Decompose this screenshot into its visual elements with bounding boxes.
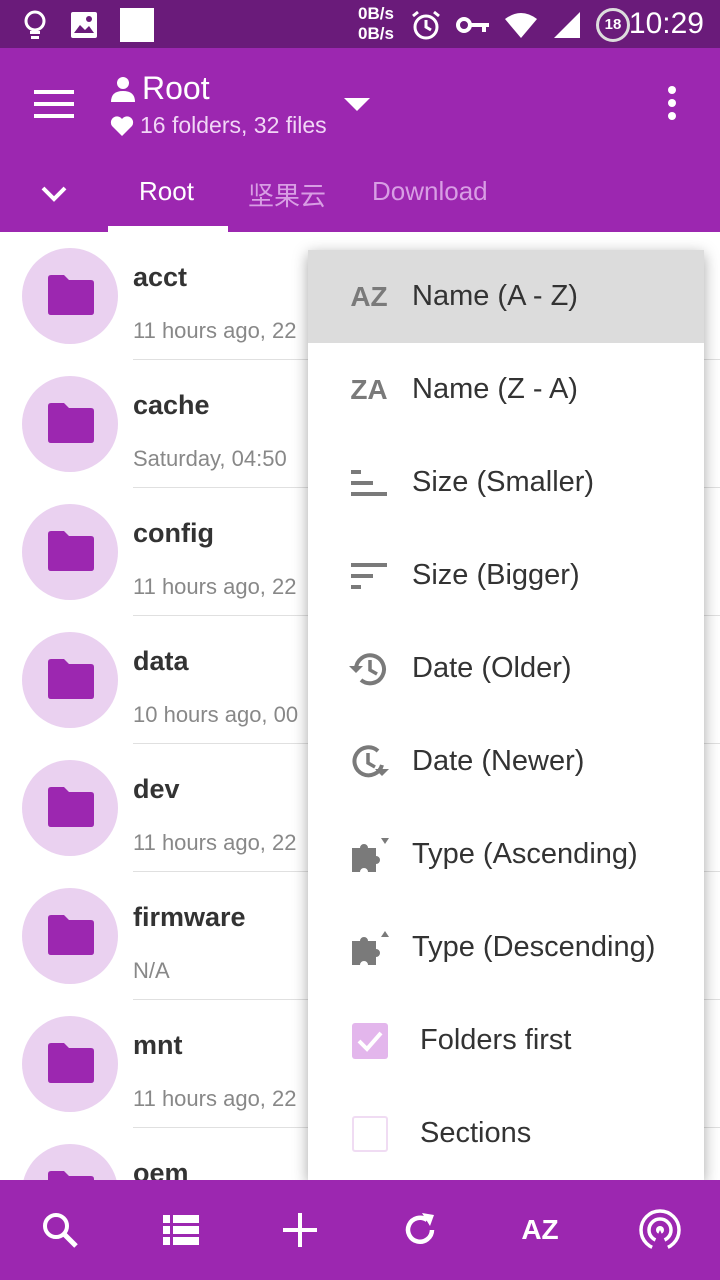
folder-avatar <box>22 888 118 984</box>
folder-avatar <box>22 760 118 856</box>
file-name: firmware <box>133 902 246 932</box>
folder-avatar <box>22 632 118 728</box>
clock: 10:29 <box>628 7 704 40</box>
status-bar: 0B/s 0B/s 18 10:29 <box>0 0 720 48</box>
sort-name-za[interactable]: ZA Name (Z - A) <box>308 343 704 436</box>
tab-download[interactable]: Download <box>372 176 488 207</box>
wifi-icon <box>505 13 537 38</box>
cast-button[interactable] <box>638 1209 682 1252</box>
signal-icon <box>554 12 580 38</box>
folder-icon <box>48 1171 94 1180</box>
menu-icon[interactable] <box>34 90 74 120</box>
view-mode-button[interactable] <box>161 1210 201 1250</box>
folder-icon <box>48 1043 94 1083</box>
sort-button[interactable]: AZ <box>512 1210 568 1250</box>
folder-icon <box>48 787 94 827</box>
app-bar: Root 16 folders, 32 files Root 坚果云 Downl… <box>0 48 720 232</box>
refresh-icon <box>405 1213 435 1244</box>
file-meta: Saturday, 04:50 <box>133 446 287 471</box>
folder-icon <box>48 403 94 443</box>
search-button[interactable] <box>40 1210 80 1250</box>
add-button[interactable] <box>280 1210 320 1250</box>
file-name: data <box>133 646 189 676</box>
image-icon <box>71 12 97 38</box>
checkmark-icon <box>357 1031 383 1052</box>
folder-avatar <box>22 248 118 344</box>
history-icon <box>348 648 390 690</box>
heart-icon <box>110 115 134 136</box>
location-dropdown-icon[interactable] <box>344 98 370 111</box>
file-meta: 11 hours ago, 22 <box>133 1086 297 1111</box>
folder-avatar <box>22 1016 118 1112</box>
sort-date-newer[interactable]: Date (Newer) <box>308 715 704 808</box>
notification-square-icon <box>120 8 154 42</box>
chevron-down-icon[interactable] <box>40 184 68 204</box>
folder-icon <box>48 915 94 955</box>
folder-avatar <box>22 504 118 600</box>
location-subtitle: 16 folders, 32 files <box>110 112 327 139</box>
battery-indicator: 18 <box>596 8 630 42</box>
file-name: mnt <box>133 1030 183 1060</box>
folder-icon <box>48 659 94 699</box>
location-title[interactable]: Root <box>110 70 210 107</box>
alarm-icon <box>412 10 440 40</box>
file-name: config <box>133 518 214 548</box>
file-meta: 11 hours ago, 22 <box>133 318 297 343</box>
file-name: cache <box>133 390 210 420</box>
size-descending-icon <box>348 555 390 597</box>
broadcast-icon <box>639 1209 681 1252</box>
list-view-icon <box>163 1215 199 1245</box>
tab-jianguoyun[interactable]: 坚果云 <box>248 176 326 213</box>
folder-icon <box>48 531 94 571</box>
person-icon <box>111 76 135 102</box>
sort-za-icon: ZA <box>350 373 388 405</box>
network-speed: 0B/s 0B/s <box>358 4 394 43</box>
sort-menu: AZ Name (A - Z) ZA Name (Z - A) Size (Sm… <box>308 250 704 1180</box>
sort-name-az[interactable]: AZ Name (A - Z) <box>308 250 704 343</box>
folder-avatar <box>22 376 118 472</box>
bottom-toolbar: AZ <box>0 1180 720 1280</box>
folder-avatar <box>22 1144 118 1180</box>
file-meta: 11 hours ago, 22 <box>133 830 297 855</box>
file-name: acct <box>133 262 188 292</box>
puzzle-descending-icon <box>348 927 390 969</box>
file-meta: N/A <box>133 958 170 983</box>
key-icon <box>456 17 489 33</box>
folder-icon <box>48 275 94 315</box>
tab-root[interactable]: Root <box>139 176 194 207</box>
sections-checkbox[interactable] <box>352 1115 388 1152</box>
lightbulb-icon <box>24 10 46 39</box>
file-name: oem <box>133 1158 189 1180</box>
file-name: dev <box>133 774 180 804</box>
file-meta: 10 hours ago, 00 <box>133 702 299 727</box>
search-icon <box>43 1213 78 1248</box>
folders-first-checkbox[interactable] <box>352 1022 388 1059</box>
clock-forward-icon <box>348 741 390 783</box>
sort-type-ascending[interactable]: Type (Ascending) <box>308 808 704 901</box>
sort-size-smaller[interactable]: Size (Smaller) <box>308 436 704 529</box>
folders-first-option[interactable]: Folders first <box>308 994 704 1087</box>
sort-date-older[interactable]: Date (Older) <box>308 622 704 715</box>
size-ascending-icon <box>348 462 390 504</box>
refresh-button[interactable] <box>400 1210 440 1250</box>
puzzle-ascending-icon <box>348 834 390 876</box>
more-options-icon[interactable] <box>668 86 680 125</box>
plus-icon <box>283 1213 317 1247</box>
sort-az-icon: AZ <box>350 280 388 312</box>
file-meta: 11 hours ago, 22 <box>133 574 297 599</box>
sections-option[interactable]: Sections <box>308 1087 704 1180</box>
sort-size-bigger[interactable]: Size (Bigger) <box>308 529 704 622</box>
sort-type-descending[interactable]: Type (Descending) <box>308 901 704 994</box>
